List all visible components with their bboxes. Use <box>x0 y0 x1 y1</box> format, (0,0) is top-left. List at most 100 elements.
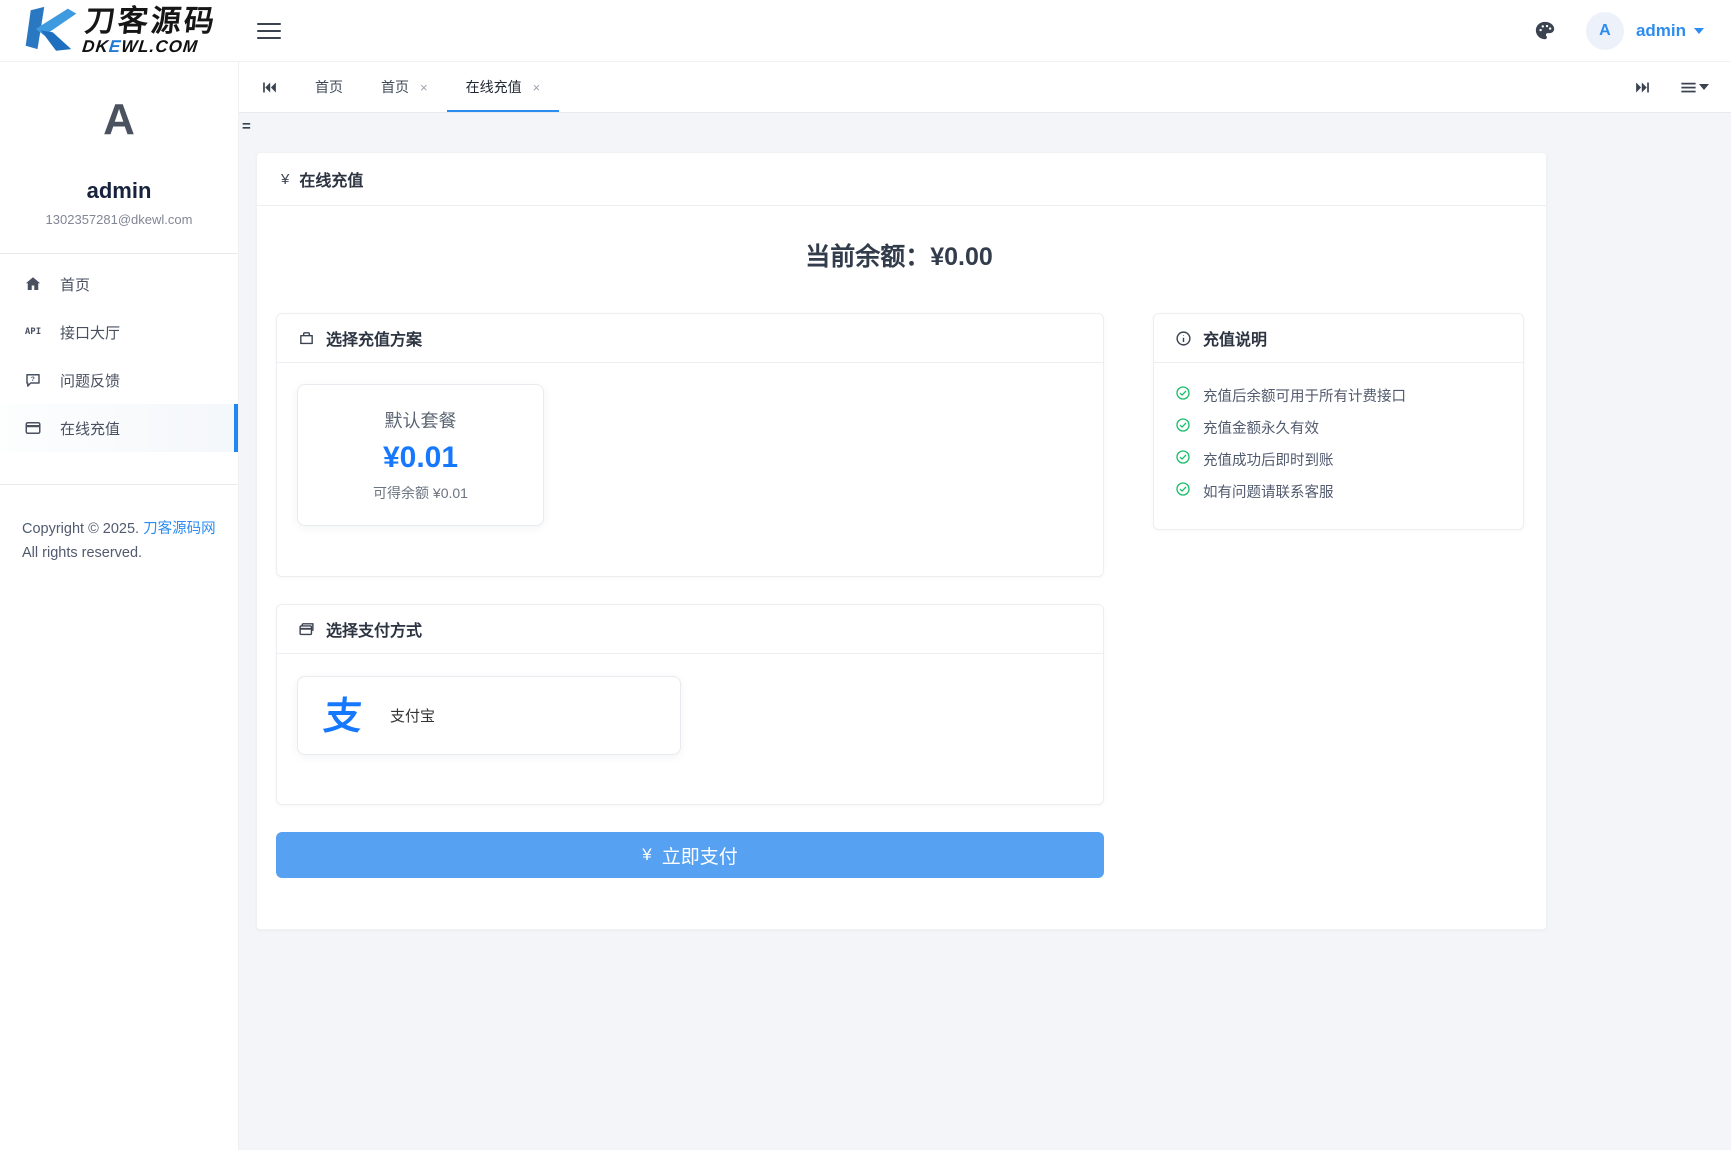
header-right: A admin <box>1534 12 1731 50</box>
info-text: 充值金额永久有效 <box>1203 417 1319 438</box>
list-item: 充值金额永久有效 <box>1175 411 1502 443</box>
avatar: A <box>1586 12 1624 50</box>
plan-note: 可得余额 ¥0.01 <box>373 483 468 503</box>
scroll-tabs-left-icon[interactable] <box>261 79 278 96</box>
sidebar-item-label: 首页 <box>60 274 90 295</box>
copyright-line2: All rights reserved. <box>22 545 142 561</box>
payment-section-header: 选择支付方式 <box>277 605 1103 654</box>
sidebar-profile: A admin 1302357281@dkewl.com <box>0 62 238 227</box>
info-section-title: 充值说明 <box>1203 326 1267 350</box>
plan-section: 选择充值方案 默认套餐 ¥0.01 可得余额 ¥0.01 <box>276 313 1104 577</box>
plan-list: 默认套餐 ¥0.01 可得余额 ¥0.01 <box>277 363 1103 576</box>
close-icon[interactable]: × <box>420 80 428 95</box>
sidebar-item-home[interactable]: 首页 <box>0 260 238 308</box>
sidebar-toggle-icon[interactable] <box>257 23 281 39</box>
sidebar-item-feedback[interactable]: ? 问题反馈 <box>0 356 238 404</box>
alipay-icon: 支 <box>322 697 364 735</box>
info-text: 如有问题请联系客服 <box>1203 481 1334 502</box>
copyright-text: Copyright © 2025. <box>22 521 143 537</box>
payment-section-title: 选择支付方式 <box>326 617 422 641</box>
tab-label: 首页 <box>315 77 343 97</box>
sidebar-item-label: 在线充值 <box>60 418 120 439</box>
home-icon <box>23 275 43 293</box>
logo-title: 刀客源码 <box>83 7 218 37</box>
check-circle-icon <box>1175 385 1191 405</box>
sidebar-item-api-hall[interactable]: API 接口大厅 <box>0 308 238 356</box>
yen-icon: ¥ <box>281 171 289 188</box>
info-text: 充值成功后即时到账 <box>1203 449 1334 470</box>
scroll-tabs-right-icon[interactable] <box>1634 79 1651 96</box>
logo-text: 刀客源码 DKEWL.COM <box>81 7 218 55</box>
api-icon: API <box>23 327 43 337</box>
list-item: 充值后余额可用于所有计费接口 <box>1175 379 1502 411</box>
plan-section-header: 选择充值方案 <box>277 314 1103 363</box>
tab-label: 在线充值 <box>466 77 522 97</box>
theme-palette-icon[interactable] <box>1534 20 1556 42</box>
copyright-link[interactable]: 刀客源码网 <box>143 521 216 537</box>
credit-card-icon <box>23 419 43 437</box>
user-name: admin <box>1636 21 1686 41</box>
sidebar-item-label: 接口大厅 <box>60 322 120 343</box>
tab-list: 首页 首页 × 在线充值 × <box>296 62 559 112</box>
payment-method-alipay[interactable]: 支 支付宝 <box>297 676 681 755</box>
sidebar-item-label: 问题反馈 <box>60 370 120 391</box>
check-circle-icon <box>1175 481 1191 501</box>
logo-subtitle: DKEWL.COM <box>81 38 215 55</box>
tab-home-2[interactable]: 首页 × <box>362 62 447 112</box>
payment-method-list: 支 支付宝 <box>277 654 1103 804</box>
sidebar-item-recharge[interactable]: 在线充值 <box>0 404 238 452</box>
yen-icon: ¥ <box>642 845 651 865</box>
balance-value: ¥0.00 <box>930 243 993 271</box>
svg-text:?: ? <box>31 376 35 383</box>
tabbar-right <box>1634 62 1709 112</box>
recharge-card-body: 当前余额：¥0.00 <box>257 206 1546 929</box>
info-circle-icon <box>1175 330 1192 347</box>
tab-recharge[interactable]: 在线充值 × <box>447 62 560 112</box>
plan-option-default[interactable]: 默认套餐 ¥0.01 可得余额 ¥0.01 <box>297 384 544 526</box>
chevron-down-icon <box>1699 84 1709 90</box>
logo-k-icon <box>24 5 78 56</box>
recharge-card-header: ¥ 在线充值 <box>257 153 1546 206</box>
plan-price: ¥0.01 <box>383 441 458 475</box>
content-area: = ¥ 在线充值 当前余额：¥0.00 <box>239 113 1731 1150</box>
close-icon[interactable]: × <box>533 80 541 95</box>
logo-sub-post: WL.COM <box>120 37 199 56</box>
chevron-down-icon <box>1694 28 1704 34</box>
page-title: 在线充值 <box>299 167 363 191</box>
profile-username: admin <box>0 178 238 204</box>
feedback-icon: ? <box>23 371 43 389</box>
plan-section-title: 选择充值方案 <box>326 326 422 350</box>
app-header: 刀客源码 DKEWL.COM A admin <box>0 0 1731 62</box>
profile-avatar: A <box>0 98 238 142</box>
ticket-icon <box>298 330 315 347</box>
check-circle-icon <box>1175 449 1191 469</box>
payment-section: 选择支付方式 支 支付宝 <box>276 604 1104 805</box>
payment-method-label: 支付宝 <box>390 705 435 726</box>
info-list: 充值后余额可用于所有计费接口 充值金额永久有效 <box>1154 363 1523 529</box>
info-section-header: 充值说明 <box>1154 314 1523 363</box>
user-menu[interactable]: A admin <box>1586 12 1704 50</box>
info-section: 充值说明 充值后余额可用于所有计费接口 <box>1153 313 1524 530</box>
wallet-icon <box>298 621 315 638</box>
plan-name: 默认套餐 <box>385 407 457 433</box>
tab-options-menu[interactable] <box>1679 78 1709 97</box>
tab-label: 首页 <box>381 77 409 97</box>
info-text: 充值后余额可用于所有计费接口 <box>1203 385 1406 406</box>
profile-email: 1302357281@dkewl.com <box>0 212 238 227</box>
collapse-handle-icon[interactable]: = <box>242 118 251 135</box>
right-column: 充值说明 充值后余额可用于所有计费接口 <box>1153 313 1524 530</box>
logo-sub-pre: DK <box>81 37 110 56</box>
sidebar-menu: 首页 API 接口大厅 ? 问题反馈 <box>0 254 238 458</box>
pay-now-button[interactable]: ¥ 立即支付 <box>276 832 1104 878</box>
tab-home-1[interactable]: 首页 <box>296 62 362 112</box>
check-circle-icon <box>1175 417 1191 437</box>
balance-label: 当前余额： <box>805 243 930 271</box>
sidebar: A admin 1302357281@dkewl.com 首页 API 接口大厅 <box>0 62 239 1150</box>
recharge-card: ¥ 在线充值 当前余额：¥0.00 <box>256 152 1547 930</box>
list-item: 如有问题请联系客服 <box>1175 475 1502 507</box>
logo[interactable]: 刀客源码 DKEWL.COM <box>0 0 239 62</box>
pay-now-label: 立即支付 <box>662 842 738 869</box>
list-item: 充值成功后即时到账 <box>1175 443 1502 475</box>
tabbar: 首页 首页 × 在线充值 × <box>239 62 1731 113</box>
left-column: 选择充值方案 默认套餐 ¥0.01 可得余额 ¥0.01 <box>276 313 1104 878</box>
